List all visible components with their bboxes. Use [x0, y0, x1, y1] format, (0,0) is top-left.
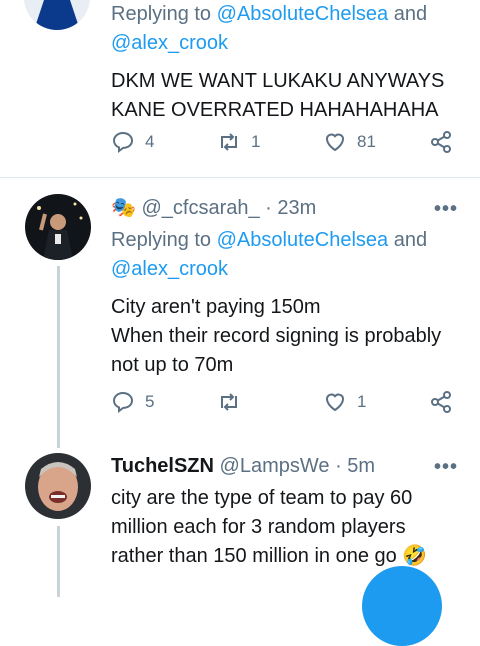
reply-button[interactable]: 5: [111, 390, 154, 414]
display-name[interactable]: TuchelSZN: [111, 455, 214, 477]
tweet-2[interactable]: 🎭 @_cfcsarah_ · 23m Replying to @Absolut…: [0, 178, 480, 448]
timestamp[interactable]: · 5m: [335, 455, 375, 477]
share-button[interactable]: [429, 130, 453, 154]
mention-link[interactable]: @alex_crook: [111, 258, 228, 280]
thread-line: [57, 526, 60, 597]
mention-link[interactable]: @AbsoluteChelsea: [217, 3, 389, 25]
mention-link[interactable]: @alex_crook: [111, 32, 228, 54]
compose-tweet-button[interactable]: [362, 566, 442, 646]
tweet-actions: 5 1: [111, 390, 461, 420]
mention-link[interactable]: @AbsoluteChelsea: [217, 229, 389, 251]
avatar[interactable]: [24, 0, 90, 30]
share-icon: [431, 391, 451, 413]
replying-to: Replying to @AbsoluteChelsea and @alex_c…: [111, 229, 428, 280]
handle[interactable]: @LampsWe: [220, 455, 330, 477]
retweet-icon: [221, 393, 237, 411]
tweet-text: City aren't paying 150m When their recor…: [111, 296, 442, 376]
tweet-actions: 4 1 81: [111, 130, 461, 160]
emoji-name: 🎭: [111, 197, 136, 219]
heart-icon: [325, 393, 345, 412]
share-button[interactable]: [429, 390, 453, 414]
more-options-button[interactable]: •••: [434, 456, 458, 479]
more-options-button[interactable]: •••: [434, 198, 458, 221]
handle[interactable]: @_cfcsarah_: [141, 197, 259, 219]
share-icon: [431, 131, 451, 153]
avatar[interactable]: [25, 194, 91, 260]
laughing-emoji: 🤣: [402, 545, 428, 567]
thread-line: [57, 266, 60, 448]
tweet-1[interactable]: Replying to @AbsoluteChelsea and @alex_c…: [0, 0, 480, 175]
tweet-text: city are the type of team to pay 60 mill…: [111, 487, 428, 567]
like-button[interactable]: 81: [323, 130, 376, 154]
reply-icon: [112, 391, 134, 413]
reply-button[interactable]: 4: [111, 130, 154, 154]
tweet-header: 🎭 @_cfcsarah_ · 23m: [111, 195, 458, 221]
reply-icon: [112, 131, 134, 153]
retweet-button[interactable]: [217, 390, 251, 414]
timestamp[interactable]: · 23m: [265, 197, 316, 219]
like-button[interactable]: 1: [323, 390, 366, 414]
retweet-button[interactable]: 1: [217, 130, 260, 154]
avatar[interactable]: [25, 453, 91, 519]
tweet-text: DKM WE WANT LUKAKU ANYWAYS KANE OVERRATE…: [111, 70, 445, 121]
heart-icon: [325, 133, 345, 152]
retweet-icon: [221, 133, 237, 151]
replying-to: Replying to @AbsoluteChelsea and @alex_c…: [111, 3, 428, 54]
tweet-header: TuchelSZN @LampsWe · 5m: [111, 453, 458, 479]
